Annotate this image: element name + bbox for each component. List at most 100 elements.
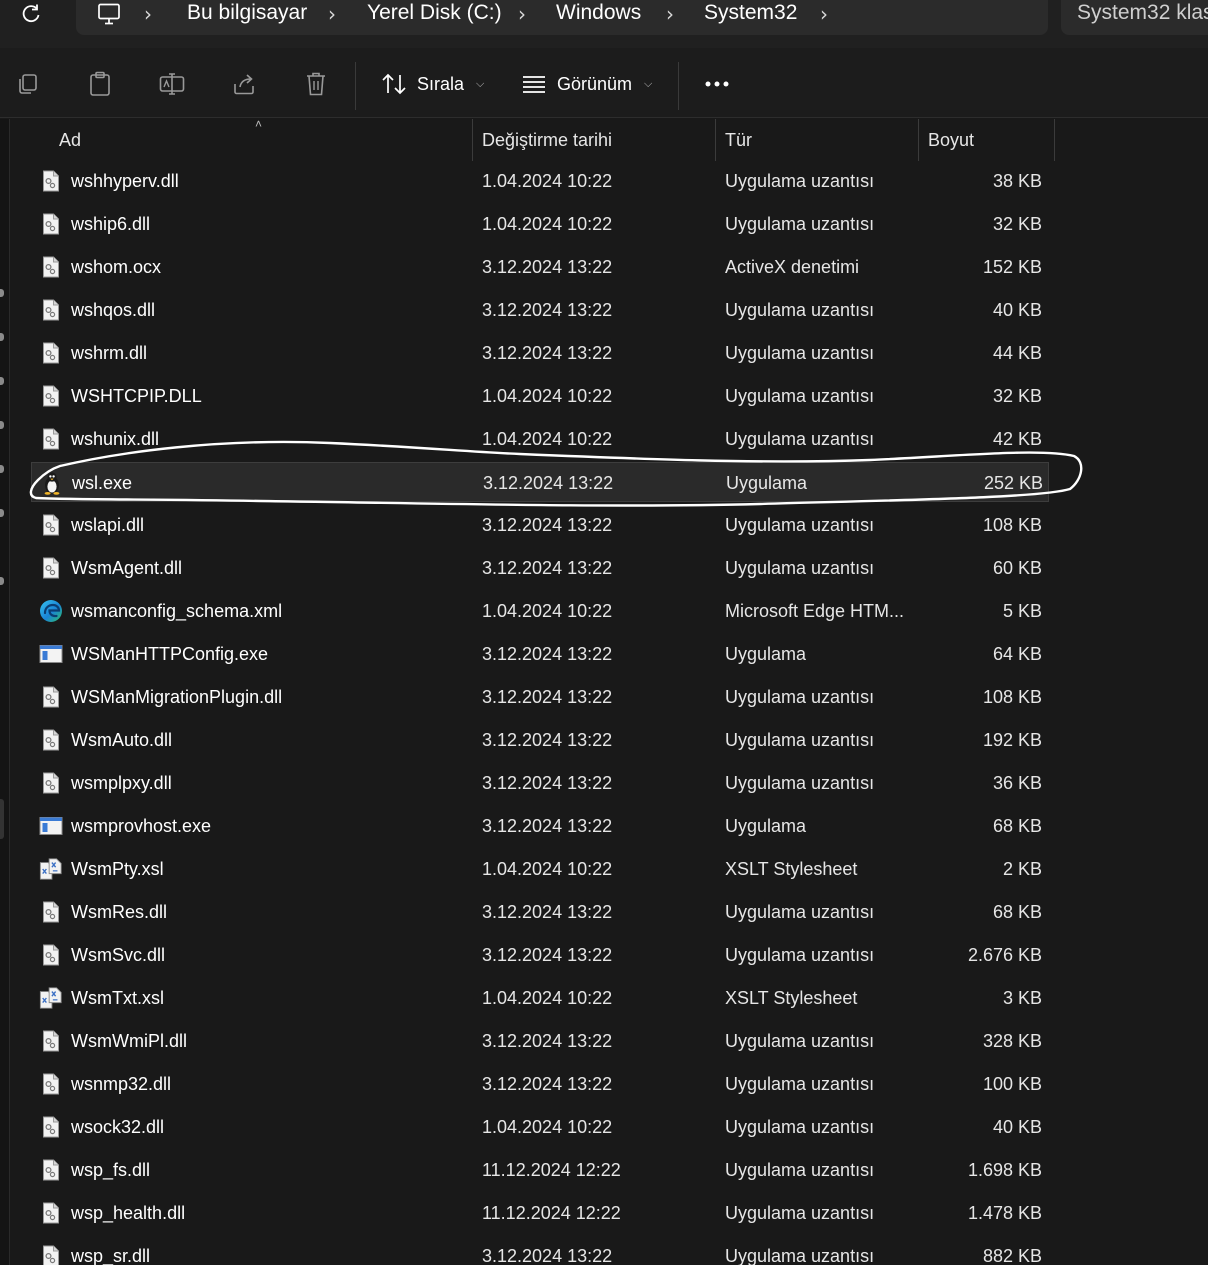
- file-row[interactable]: wshrm.dll 3.12.2024 13:22 Uygulama uzantıs…: [31, 333, 1049, 373]
- file-modified-date: 3.12.2024 13:22: [482, 945, 613, 965]
- file-row[interactable]: WsmWmiPl.dll 3.12.2024 13:22 Uygulama uzan…: [31, 1021, 1049, 1061]
- file-modified-date: 3.12.2024 13:22: [482, 300, 613, 320]
- file-row[interactable]: wsmprovhost.exe 3.12.2024 13:22 Uygulama 68…: [31, 806, 1049, 846]
- file-type: ActiveX denetimi: [725, 257, 860, 277]
- chevron-right-icon[interactable]: ›: [820, 2, 828, 26]
- chevron-right-icon[interactable]: ›: [144, 2, 152, 26]
- file-row[interactable]: WSManMigrationPlugin.dll 3.12.2024 13:22 U…: [31, 677, 1049, 717]
- exe-window-icon: [39, 642, 63, 666]
- file-type: Uygulama uzantısı: [725, 386, 875, 406]
- file-row[interactable]: wsp_health.dll 11.12.2024 12:22 Uygulama u…: [31, 1193, 1049, 1233]
- copy-button[interactable]: [15, 70, 41, 98]
- file-modified-date: 1.04.2024 10:22: [482, 601, 613, 621]
- sort-button[interactable]: Sırala ⌵: [381, 68, 484, 100]
- refresh-button[interactable]: [14, 0, 48, 28]
- file-name: WSManHTTPConfig.exe: [71, 644, 269, 664]
- file-modified-date: 3.12.2024 13:22: [482, 1246, 613, 1265]
- file-size: 38 KB: [992, 171, 1042, 191]
- delete-button[interactable]: [303, 70, 329, 98]
- file-row[interactable]: WsmTxt.xsl 1.04.2024 10:22 XSLT Stylesheet…: [31, 978, 1049, 1018]
- chevron-right-icon[interactable]: ›: [518, 2, 526, 26]
- file-size: 40 KB: [992, 300, 1042, 320]
- crumb-local-disk[interactable]: Yerel Disk (C:): [367, 0, 502, 28]
- column-header-name[interactable]: Ad: [49, 119, 472, 161]
- paste-button[interactable]: [87, 70, 113, 98]
- file-row[interactable]: wsp_fs.dll 11.12.2024 12:22 Uygulama uzant…: [31, 1150, 1049, 1190]
- file-row[interactable]: WsmRes.dll 3.12.2024 13:22 Uygulama uzantı…: [31, 892, 1049, 932]
- file-modified-date: 3.12.2024 13:22: [483, 473, 614, 493]
- file-name: wslapi.dll: [71, 515, 145, 535]
- file-modified-date: 11.12.2024 12:22: [482, 1203, 621, 1223]
- file-row-selected[interactable]: wsl.exe 3.12.2024 13:22 Uygulama 252 KB: [31, 462, 1049, 502]
- file-modified-date: 11.12.2024 12:22: [482, 1160, 621, 1180]
- file-row[interactable]: wshom.ocx 3.12.2024 13:22 ActiveX denetimi…: [31, 247, 1049, 287]
- nav-expand-marker: [0, 377, 4, 385]
- file-row[interactable]: WsmSvc.dll 3.12.2024 13:22 Uygulama uzantı…: [31, 935, 1049, 975]
- file-row[interactable]: wslapi.dll 3.12.2024 13:22 Uygulama uzantı…: [31, 505, 1049, 545]
- file-row[interactable]: WsmAuto.dll 3.12.2024 13:22 Uygulama uzant…: [31, 720, 1049, 760]
- toolbar-divider: [355, 62, 356, 110]
- dll-icon: [39, 427, 63, 451]
- this-pc-crumb[interactable]: [94, 0, 124, 28]
- file-row[interactable]: wshqos.dll 3.12.2024 13:22 Uygulama uzantı…: [31, 290, 1049, 330]
- file-row[interactable]: wship6.dll 1.04.2024 10:22 Uygulama uzantı…: [31, 204, 1049, 244]
- file-row[interactable]: wsp_sr.dll 3.12.2024 13:22 Uygulama uzantı…: [31, 1236, 1049, 1265]
- navigation-pane-edge[interactable]: [0, 119, 10, 1265]
- rename-button[interactable]: [159, 70, 185, 98]
- file-row[interactable]: WsmAgent.dll 3.12.2024 13:22 Uygulama uzan…: [31, 548, 1049, 588]
- file-name: wsp_sr.dll: [71, 1246, 151, 1265]
- clipboard-icon: [90, 71, 110, 96]
- file-size: 1.698 KB: [967, 1160, 1042, 1180]
- file-row[interactable]: wshhyperv.dll 1.04.2024 10:22 Uygulama uza…: [31, 161, 1049, 201]
- file-row[interactable]: wsmplpxy.dll 3.12.2024 13:22 Uygulama uzan…: [31, 763, 1049, 803]
- search-input[interactable]: System32 klas: [1061, 0, 1208, 35]
- file-size: 108 KB: [982, 515, 1042, 535]
- computer-icon: [98, 3, 120, 25]
- file-modified-date: 1.04.2024 10:22: [482, 171, 613, 191]
- file-name: WsmAgent.dll: [71, 558, 183, 578]
- file-name: WsmAuto.dll: [71, 730, 173, 750]
- file-type: XSLT Stylesheet: [725, 859, 858, 879]
- file-row[interactable]: WsmPty.xsl 1.04.2024 10:22 XSLT Stylesheet…: [31, 849, 1049, 889]
- column-header-date[interactable]: Değiştirme tarihi: [472, 119, 715, 161]
- dll-icon: [39, 728, 63, 752]
- file-name: wsp_fs.dll: [71, 1160, 151, 1180]
- file-type: Uygulama: [725, 644, 807, 664]
- column-header-size[interactable]: Boyut: [918, 119, 1054, 161]
- file-type: Uygulama uzantısı: [725, 1074, 875, 1094]
- breadcrumb[interactable]: › Bu bilgisayar › Yerel Disk (C:) › Wind…: [76, 0, 1048, 35]
- share-button[interactable]: [231, 70, 257, 98]
- crumb-system32[interactable]: System32: [704, 0, 797, 28]
- chevron-right-icon[interactable]: ›: [666, 2, 674, 26]
- file-modified-date: 1.04.2024 10:22: [482, 429, 613, 449]
- file-row[interactable]: WSManHTTPConfig.exe 3.12.2024 13:22 Uygula…: [31, 634, 1049, 674]
- file-type: Uygulama uzantısı: [725, 1031, 875, 1051]
- nav-expand-marker: [0, 289, 4, 297]
- file-type: Uygulama uzantısı: [725, 730, 875, 750]
- crumb-windows[interactable]: Windows: [556, 0, 641, 28]
- command-bar: Sırala ⌵ Görünüm ⌵: [0, 48, 1208, 118]
- file-row[interactable]: wshunix.dll 1.04.2024 10:22 Uygulama uzant…: [31, 419, 1049, 459]
- file-row[interactable]: wsock32.dll 1.04.2024 10:22 Uygulama uzant…: [31, 1107, 1049, 1147]
- file-list: ˄ Ad Değiştirme tarihi Tür Boyut wshhype…: [11, 117, 1208, 1265]
- file-name: wsnmp32.dll: [71, 1074, 172, 1094]
- file-modified-date: 3.12.2024 13:22: [482, 1031, 613, 1051]
- file-type: Uygulama uzantısı: [725, 429, 875, 449]
- nav-scrollbar-thumb[interactable]: [0, 799, 4, 839]
- file-row[interactable]: WSHTCPIP.DLL 1.04.2024 10:22 Uygulama uzan…: [31, 376, 1049, 416]
- file-row[interactable]: wsnmp32.dll 3.12.2024 13:22 Uygulama uzant…: [31, 1064, 1049, 1104]
- more-options-button[interactable]: [700, 70, 734, 98]
- file-type: Uygulama uzantısı: [725, 1160, 875, 1180]
- file-modified-date: 1.04.2024 10:22: [482, 859, 613, 879]
- column-header-type[interactable]: Tür: [715, 119, 918, 161]
- file-name: wship6.dll: [71, 214, 151, 234]
- crumb-this-pc[interactable]: Bu bilgisayar: [187, 0, 307, 28]
- dll-icon: [39, 685, 63, 709]
- column-divider[interactable]: [1054, 119, 1055, 161]
- view-button[interactable]: Görünüm ⌵: [521, 68, 652, 100]
- file-row[interactable]: wsmanconfig_schema.xml 1.04.2024 10:22 Mic…: [31, 591, 1049, 631]
- file-type: Uygulama uzantısı: [725, 687, 875, 707]
- chevron-down-icon: ⌵: [476, 77, 485, 90]
- chevron-right-icon[interactable]: ›: [328, 2, 336, 26]
- file-size: 64 KB: [992, 644, 1042, 664]
